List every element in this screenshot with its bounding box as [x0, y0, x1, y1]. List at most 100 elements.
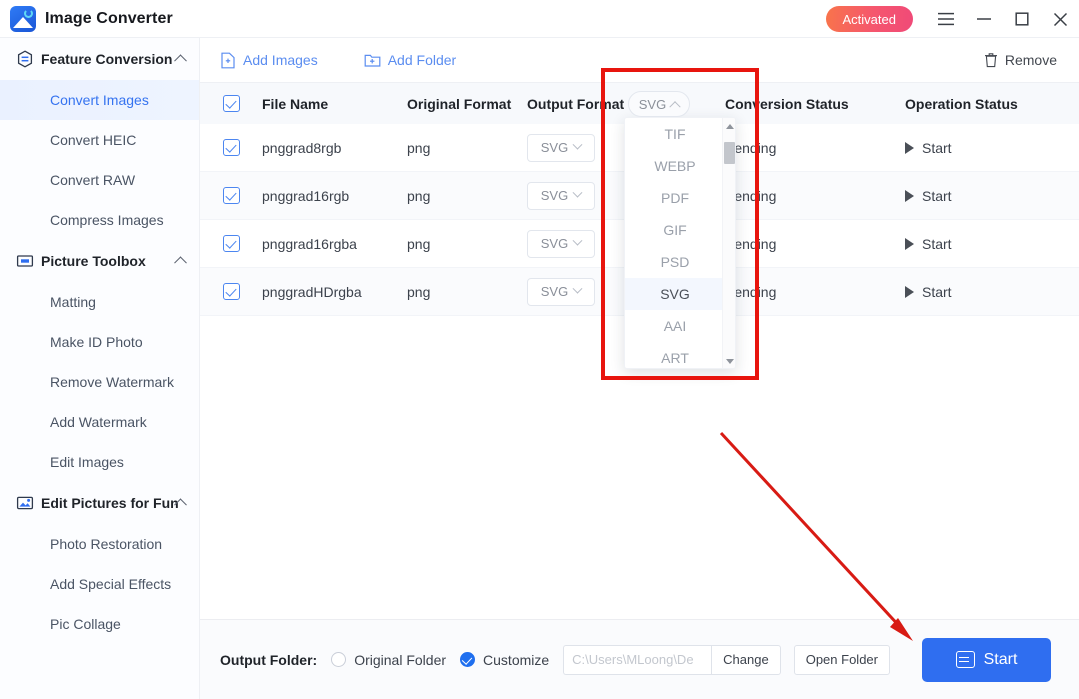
dropdown-option-svg[interactable]: SVG: [625, 278, 725, 310]
chevron-up-icon[interactable]: [174, 54, 187, 68]
row-checkbox[interactable]: [200, 139, 262, 156]
sidebar-item-make-id-photo[interactable]: Make ID Photo: [0, 322, 199, 362]
dropdown-scrollbar[interactable]: [722, 118, 735, 368]
sidebar-section-label: Edit Pictures for Fun: [41, 495, 179, 511]
play-icon: [905, 141, 914, 154]
sidebar-item-remove-watermark[interactable]: Remove Watermark: [0, 362, 199, 402]
dropdown-option-pdf[interactable]: PDF: [625, 182, 725, 214]
global-output-format-dropdown-toggle[interactable]: SVG: [628, 91, 690, 117]
start-label: Start: [922, 235, 952, 252]
minimize-icon[interactable]: [965, 0, 1003, 38]
add-folder-button[interactable]: Add Folder: [364, 52, 456, 68]
add-images-label: Add Images: [243, 52, 318, 68]
folder-plus-icon: [364, 52, 381, 68]
start-label: Start: [922, 187, 952, 204]
sidebar-item-photo-restoration[interactable]: Photo Restoration: [0, 524, 199, 564]
hamburger-menu-icon[interactable]: [927, 0, 965, 38]
chevron-up-icon[interactable]: [174, 256, 187, 270]
sidebar-item-label: Convert HEIC: [50, 132, 137, 148]
cell-operation-start[interactable]: Start: [905, 188, 1075, 204]
row-checkbox[interactable]: [200, 235, 262, 252]
sidebar-item-pic-collage[interactable]: Pic Collage: [0, 604, 199, 644]
dropdown-option-tif[interactable]: TIF: [625, 118, 725, 150]
cell-file-name: pnggrad16rgb: [262, 187, 350, 204]
app-logo: [10, 5, 36, 32]
cell-original-format: png: [407, 139, 431, 156]
output-format-dropdown-panel[interactable]: TIF WEBP PDF GIF PSD SVG AAI ART: [624, 117, 736, 369]
sidebar-item-label: Convert RAW: [50, 172, 136, 188]
output-format-value: SVG: [540, 236, 569, 251]
dropdown-option-psd[interactable]: PSD: [625, 246, 725, 278]
sidebar-item-convert-images[interactable]: Convert Images: [0, 80, 199, 120]
chevron-up-icon: [669, 101, 681, 113]
play-icon: [905, 285, 914, 298]
start-button-label: Start: [983, 650, 1018, 668]
sidebar-item-convert-heic[interactable]: Convert HEIC: [0, 120, 199, 160]
column-original-format: Original Format: [407, 95, 512, 112]
convert-swap-icon: [955, 651, 975, 668]
scroll-down-arrow-icon[interactable]: [726, 359, 734, 364]
sidebar-item-label: Photo Restoration: [50, 536, 163, 552]
close-icon[interactable]: [1041, 0, 1079, 38]
chevron-down-icon: [572, 139, 583, 150]
sidebar-section-picture-toolbox[interactable]: Picture Toolbox: [0, 240, 199, 282]
original-folder-radio[interactable]: [331, 652, 347, 667]
sidebar-item-add-special-effects[interactable]: Add Special Effects: [0, 564, 199, 604]
sidebar-item-compress-images[interactable]: Compress Images: [0, 200, 199, 240]
sidebar-item-label: Compress Images: [50, 212, 164, 228]
sidebar-item-label: Add Special Effects: [50, 576, 172, 592]
change-button[interactable]: Change: [711, 644, 781, 675]
play-icon: [905, 189, 914, 202]
cell-conversion-status: Pending: [725, 235, 777, 252]
cell-operation-start[interactable]: Start: [905, 284, 1075, 300]
output-format-value: SVG: [540, 284, 569, 299]
cell-file-name: pnggrad8rgb: [262, 139, 342, 156]
dropdown-option-webp[interactable]: WEBP: [625, 150, 725, 182]
customize-radio[interactable]: [460, 652, 476, 667]
original-folder-label: Original Folder: [354, 651, 447, 668]
sidebar: Feature Conversion Convert Images Conver…: [0, 38, 200, 699]
sidebar-item-edit-images[interactable]: Edit Images: [0, 442, 199, 482]
scroll-up-arrow-icon[interactable]: [726, 124, 734, 129]
cell-original-format: png: [407, 187, 431, 204]
dropdown-option-gif[interactable]: GIF: [625, 214, 725, 246]
row-checkbox[interactable]: [200, 187, 262, 204]
sidebar-section-feature-conversion[interactable]: Feature Conversion: [0, 38, 199, 80]
maximize-icon[interactable]: [1003, 0, 1041, 38]
sidebar-item-label: Pic Collage: [50, 616, 121, 632]
dropdown-option-aai[interactable]: AAI: [625, 310, 725, 342]
sidebar-section-edit-pictures-for-fun[interactable]: Edit Pictures for Fun: [0, 482, 199, 524]
add-images-button[interactable]: Add Images: [220, 52, 318, 69]
column-conversion-status: Conversion Status: [725, 95, 849, 112]
remove-label: Remove: [1004, 52, 1057, 68]
output-path-input[interactable]: C:\Users\MLoong\De: [563, 644, 712, 675]
select-all-checkbox[interactable]: [200, 95, 262, 112]
customize-label: Customize: [483, 651, 550, 668]
open-folder-button[interactable]: Open Folder: [793, 644, 890, 675]
column-file-name: File Name: [262, 95, 329, 112]
cell-operation-start[interactable]: Start: [905, 236, 1075, 252]
file-plus-icon: [220, 52, 236, 69]
cell-file-name: pnggrad16rgba: [262, 235, 357, 252]
chevron-down-icon: [572, 235, 583, 246]
chevron-down-icon: [572, 187, 583, 198]
start-label: Start: [922, 283, 952, 300]
scrollbar-thumb[interactable]: [724, 142, 735, 164]
cell-operation-start[interactable]: Start: [905, 140, 1075, 156]
play-icon: [905, 237, 914, 250]
toolbox-frame-icon: [16, 252, 34, 270]
activated-badge[interactable]: Activated: [825, 6, 913, 32]
sidebar-item-convert-raw[interactable]: Convert RAW: [0, 160, 199, 200]
image-converter-window: Image Converter Activated Feature Conver…: [0, 0, 1079, 699]
dropdown-option-list: TIF WEBP PDF GIF PSD SVG AAI ART: [625, 118, 725, 368]
sidebar-item-matting[interactable]: Matting: [0, 282, 199, 322]
dropdown-option-art[interactable]: ART: [625, 342, 725, 368]
cell-conversion-status: Pending: [725, 139, 777, 156]
row-checkbox[interactable]: [200, 283, 262, 300]
remove-button[interactable]: Remove: [984, 52, 1057, 68]
sidebar-item-label: Add Watermark: [50, 414, 147, 430]
start-conversion-button[interactable]: Start: [922, 637, 1051, 682]
cell-conversion-status: Pending: [725, 187, 777, 204]
bottom-bar: Output Folder: Original Folder Customize…: [200, 619, 1079, 699]
sidebar-item-add-watermark[interactable]: Add Watermark: [0, 402, 199, 442]
